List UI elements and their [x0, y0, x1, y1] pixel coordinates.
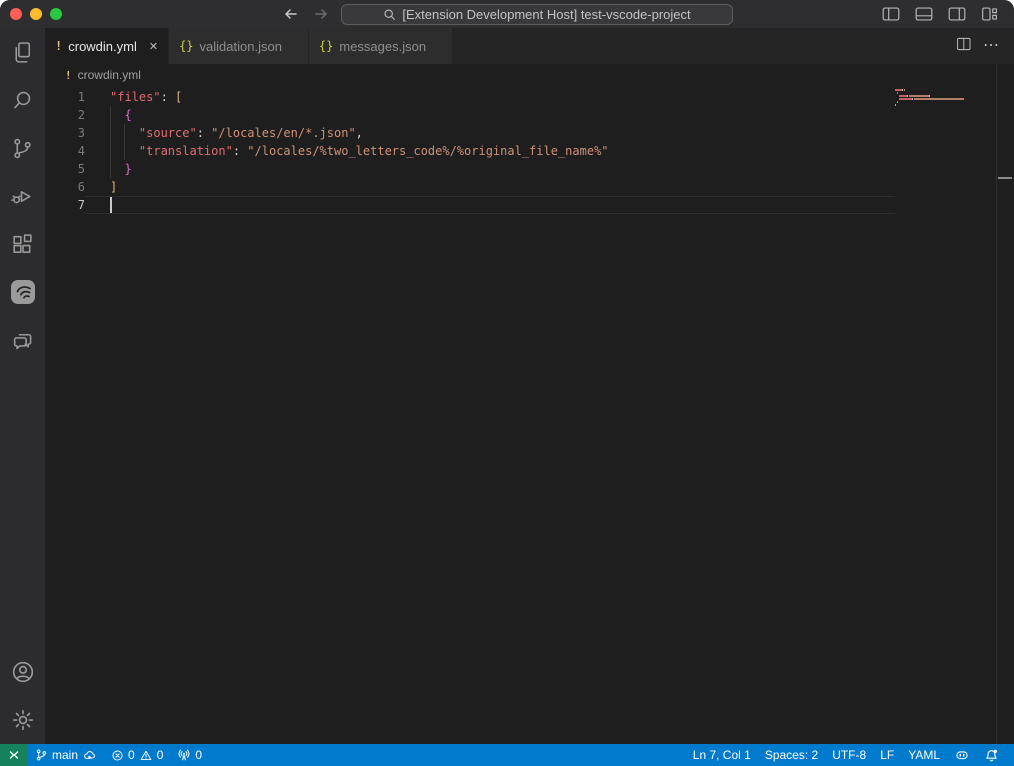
source-control-icon[interactable]: [0, 124, 45, 172]
overview-ruler-cursor-mark: [998, 177, 1012, 179]
status-bar: main 0 0 0 Ln 7, Col 1 Spaces: 2 UTF: [0, 744, 1014, 766]
overview-ruler-border: [996, 64, 997, 744]
radio-tower-icon: [177, 748, 191, 762]
tab-crowdin-yml[interactable]: ! crowdin.yml ✕: [45, 28, 169, 64]
editor-area: ! crowdin.yml ✕ {} validation.json {} me…: [45, 28, 1014, 744]
more-actions-icon[interactable]: ⋯: [983, 41, 1000, 51]
code-line[interactable]: 5 }: [45, 160, 895, 178]
minimap[interactable]: [895, 89, 967, 110]
git-branch-icon: [35, 748, 48, 762]
command-center[interactable]: [Extension Development Host] test-vscode…: [341, 4, 733, 25]
vscode-window: [Extension Development Host] test-vscode…: [0, 0, 1014, 766]
problems-item[interactable]: 0 0: [104, 744, 170, 766]
code-lines[interactable]: 1"files": [2 {3 "source": "/locales/en/*…: [45, 86, 895, 214]
tab-messages-json[interactable]: {} messages.json: [309, 28, 453, 64]
breadcrumb-item-filename[interactable]: crowdin.yml: [78, 68, 141, 82]
ports-count: 0: [195, 748, 202, 762]
copilot-icon[interactable]: [947, 744, 977, 766]
encoding-item[interactable]: UTF-8: [825, 744, 873, 766]
breadcrumb[interactable]: ! crowdin.yml: [45, 64, 1014, 86]
yaml-warning-icon: !: [55, 39, 62, 53]
code-line[interactable]: 1"files": [: [45, 88, 895, 106]
remote-indicator[interactable]: [0, 744, 28, 766]
toggle-panel-icon[interactable]: [912, 2, 936, 26]
settings-gear-icon[interactable]: [0, 696, 45, 744]
crowdin-icon[interactable]: [0, 268, 45, 316]
json-braces-icon: {}: [179, 39, 193, 53]
minimize-window-button[interactable]: [30, 8, 42, 20]
run-and-debug-icon[interactable]: [0, 172, 45, 220]
traffic-lights: [0, 8, 62, 20]
search-icon[interactable]: [0, 76, 45, 124]
split-editor-icon[interactable]: [955, 35, 973, 58]
activity-bar: [0, 28, 45, 744]
code-line[interactable]: 6]: [45, 178, 895, 196]
json-braces-icon: {}: [319, 39, 333, 53]
code-line[interactable]: 2 {: [45, 106, 895, 124]
title-bar: [Extension Development Host] test-vscode…: [0, 0, 1014, 28]
customize-layout-icon[interactable]: [978, 2, 1002, 26]
branch-item[interactable]: main: [28, 744, 104, 766]
warning-triangle-icon: [139, 749, 153, 762]
tab-validation-json[interactable]: {} validation.json: [169, 28, 309, 64]
tab-label: crowdin.yml: [68, 39, 137, 54]
eol-item[interactable]: LF: [873, 744, 901, 766]
zoom-window-button[interactable]: [50, 8, 62, 20]
extensions-icon[interactable]: [0, 220, 45, 268]
code-editor[interactable]: 1"files": [2 {3 "source": "/locales/en/*…: [45, 86, 1014, 744]
toggle-secondary-sidebar-icon[interactable]: [945, 2, 969, 26]
forward-icon[interactable]: [311, 4, 331, 24]
code-line[interactable]: 7: [45, 196, 895, 214]
accounts-icon[interactable]: [0, 648, 45, 696]
code-line[interactable]: 3 "source": "/locales/en/*.json",: [45, 124, 895, 142]
window-title: [Extension Development Host] test-vscode…: [402, 7, 690, 22]
indentation-item[interactable]: Spaces: 2: [758, 744, 825, 766]
cursor-position-item[interactable]: Ln 7, Col 1: [686, 744, 758, 766]
tab-bar: ! crowdin.yml ✕ {} validation.json {} me…: [45, 28, 1014, 64]
yaml-warning-icon: !: [65, 69, 72, 82]
tab-label: validation.json: [200, 39, 282, 54]
language-mode-item[interactable]: YAML: [901, 744, 947, 766]
explorer-icon[interactable]: [0, 28, 45, 76]
back-icon[interactable]: [281, 4, 301, 24]
error-count: 0: [128, 748, 135, 762]
close-window-button[interactable]: [10, 8, 22, 20]
tab-label: messages.json: [339, 39, 426, 54]
error-circle-icon: [111, 749, 124, 762]
close-icon[interactable]: ✕: [149, 40, 158, 53]
branch-name: main: [52, 748, 78, 762]
search-icon: [383, 8, 396, 21]
warning-count: 0: [157, 748, 164, 762]
notification-bell-icon[interactable]: [977, 744, 1006, 766]
sync-cloud-icon: [82, 749, 97, 762]
toggle-primary-sidebar-icon[interactable]: [879, 2, 903, 26]
ports-item[interactable]: 0: [170, 744, 209, 766]
code-line[interactable]: 4 "translation": "/locales/%two_letters_…: [45, 142, 895, 160]
comments-icon[interactable]: [0, 316, 45, 364]
